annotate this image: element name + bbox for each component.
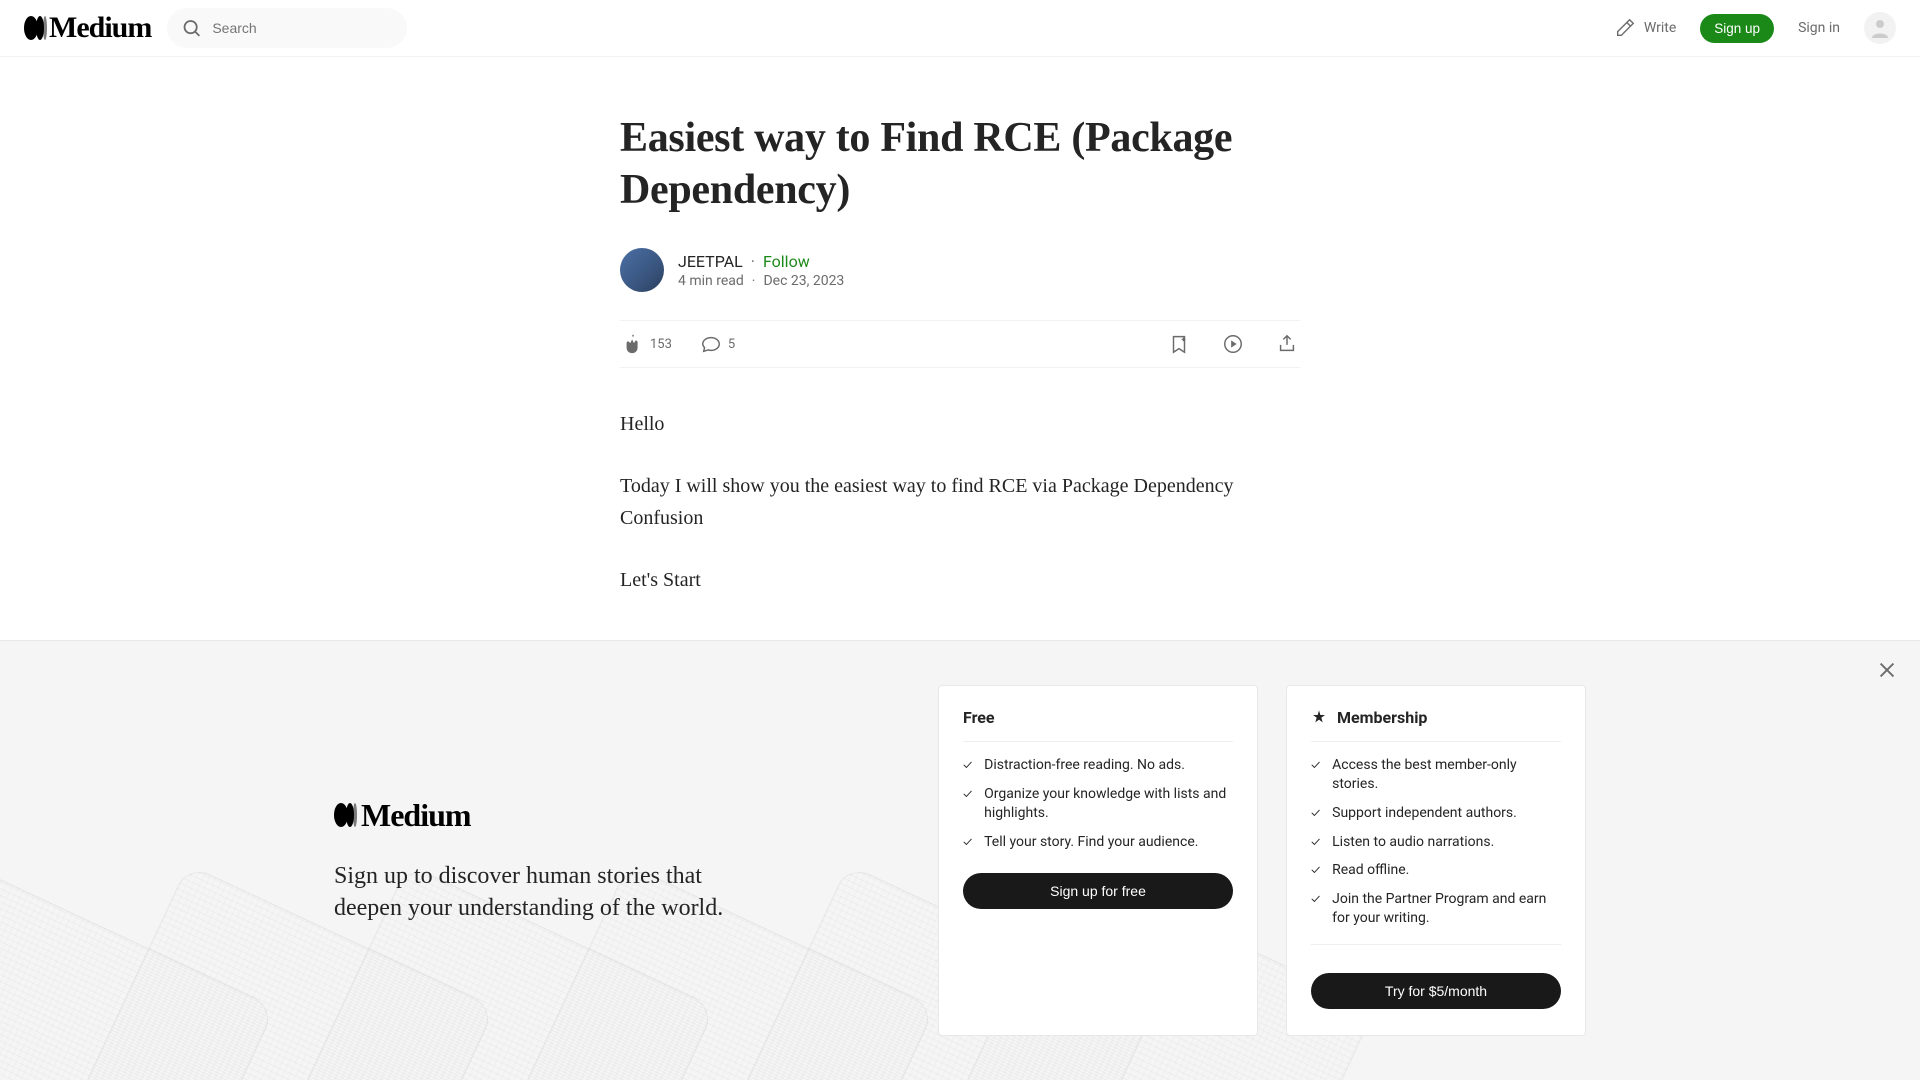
modal-pitch: Medium Sign up to discover human stories… xyxy=(334,797,874,925)
share-button[interactable] xyxy=(1276,333,1298,355)
author-name[interactable]: JEETPAL xyxy=(678,252,743,271)
clap-count: 153 xyxy=(650,337,672,352)
paragraph: Hello xyxy=(620,408,1300,440)
modal-logo: Medium xyxy=(334,797,874,834)
read-time: 4 min read xyxy=(678,273,744,289)
feature-item: Read offline. xyxy=(1311,861,1561,880)
separator-dot: · xyxy=(751,252,755,271)
bookmark-button[interactable] xyxy=(1168,333,1190,355)
signin-link[interactable]: Sign in xyxy=(1798,20,1840,36)
free-feature-list: Distraction-free reading. No ads. Organi… xyxy=(963,756,1233,852)
feature-item: Access the best member-only stories. xyxy=(1311,756,1561,794)
try-membership-button[interactable]: Try for $5/month xyxy=(1311,973,1561,1009)
user-icon xyxy=(1868,16,1892,40)
member-plan-title: Membership xyxy=(1311,708,1561,742)
member-plan-title-text: Membership xyxy=(1337,708,1427,727)
feature-item: Join the Partner Program and earn for yo… xyxy=(1311,890,1561,928)
share-icon xyxy=(1276,333,1298,355)
paragraph: Let's Start xyxy=(620,564,1300,596)
star-icon xyxy=(1311,709,1327,725)
signup-button[interactable]: Sign up xyxy=(1700,14,1774,43)
separator-dot: · xyxy=(752,273,756,289)
feature-item: Support independent authors. xyxy=(1311,804,1561,823)
comment-button[interactable]: 5 xyxy=(700,333,735,355)
clap-icon xyxy=(622,333,644,355)
modal-logo-text: Medium xyxy=(361,797,471,834)
comment-icon xyxy=(700,333,722,355)
search-input[interactable] xyxy=(212,20,393,36)
engagement-bar: 153 5 xyxy=(620,320,1300,368)
signup-modal: Medium Sign up to discover human stories… xyxy=(0,640,1920,1080)
publish-date: Dec 23, 2023 xyxy=(763,273,844,289)
user-avatar[interactable] xyxy=(1864,12,1896,44)
search-box[interactable] xyxy=(167,8,407,48)
header-left: Medium xyxy=(24,8,407,48)
site-logo[interactable]: Medium xyxy=(24,11,151,45)
article-title: Easiest way to Find RCE (Package Depende… xyxy=(620,113,1300,216)
article: Easiest way to Find RCE (Package Depende… xyxy=(620,57,1300,596)
play-circle-icon xyxy=(1222,333,1244,355)
feature-item: Tell your story. Find your audience. xyxy=(963,833,1233,852)
follow-button[interactable]: Follow xyxy=(763,252,810,271)
signup-free-button[interactable]: Sign up for free xyxy=(963,873,1233,909)
bookmark-icon xyxy=(1168,333,1190,355)
member-feature-list: Access the best member-only stories. Sup… xyxy=(1311,756,1561,945)
write-icon xyxy=(1614,17,1636,39)
member-plan-card: Membership Access the best member-only s… xyxy=(1286,685,1586,1036)
free-plan-card: Free Distraction-free reading. No ads. O… xyxy=(938,685,1258,1036)
header-right: Write Sign up Sign in xyxy=(1614,12,1896,44)
plan-cards: Free Distraction-free reading. No ads. O… xyxy=(938,685,1586,1036)
free-plan-title: Free xyxy=(963,708,1233,742)
modal-content: Medium Sign up to discover human stories… xyxy=(0,641,1920,1080)
write-label: Write xyxy=(1644,20,1676,36)
feature-item: Organize your knowledge with lists and h… xyxy=(963,785,1233,823)
feature-item: Distraction-free reading. No ads. xyxy=(963,756,1233,775)
article-body: Hello Today I will show you the easiest … xyxy=(620,408,1300,596)
paragraph: Today I will show you the easiest way to… xyxy=(620,470,1300,534)
logo-mark-icon xyxy=(334,803,357,827)
clap-button[interactable]: 153 xyxy=(622,333,672,355)
logo-mark-icon xyxy=(24,16,47,40)
listen-button[interactable] xyxy=(1222,333,1244,355)
write-button[interactable]: Write xyxy=(1614,17,1676,39)
logo-text: Medium xyxy=(49,11,151,45)
comment-count: 5 xyxy=(728,337,735,352)
modal-tagline: Sign up to discover human stories that d… xyxy=(334,860,754,925)
author-row: JEETPAL · Follow 4 min read · Dec 23, 20… xyxy=(620,248,1300,292)
site-header: Medium Write Sign up Sign in xyxy=(0,0,1920,57)
author-avatar[interactable] xyxy=(620,248,664,292)
author-info: JEETPAL · Follow 4 min read · Dec 23, 20… xyxy=(678,252,844,289)
feature-item: Listen to audio narrations. xyxy=(1311,833,1561,852)
search-icon xyxy=(181,17,202,39)
